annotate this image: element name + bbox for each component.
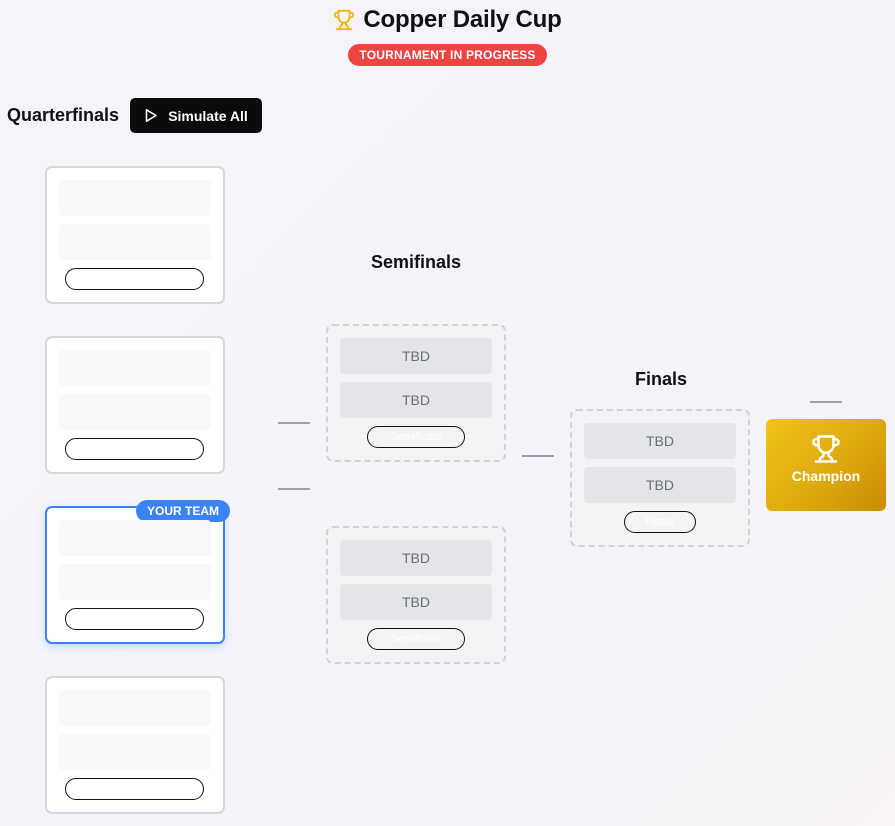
- bracket-connector: [522, 455, 554, 457]
- final-match: TBD TBD Finals: [570, 409, 750, 547]
- champion-label: Champion: [791, 468, 861, 484]
- team-slot: [59, 180, 211, 216]
- team-slot: [59, 394, 211, 430]
- match-stage-pill[interactable]: Semifinals: [367, 426, 465, 448]
- simulate-all-label: Simulate All: [168, 107, 248, 124]
- team-slot: [59, 734, 211, 770]
- match-stage-pill[interactable]: Semifinals: [367, 628, 465, 650]
- match-stage-pill[interactable]: Tournament Start: [65, 268, 204, 290]
- semifinal-match-1: TBD TBD Semifinals: [326, 324, 506, 462]
- status-badge: TOURNAMENT IN PROGRESS: [348, 44, 547, 66]
- team-slot: [59, 690, 211, 726]
- team-slot-tbd: TBD: [584, 467, 736, 503]
- team-slot: [59, 350, 211, 386]
- champion-card: Champion: [766, 419, 886, 511]
- semifinals-title: Semifinals: [371, 252, 462, 272]
- team-slot: [59, 224, 211, 260]
- team-slot-tbd: TBD: [340, 338, 492, 374]
- quarterfinal-match-2: Tournament Start: [45, 336, 225, 474]
- match-stage-pill[interactable]: Tournament Start: [65, 608, 204, 630]
- quarterfinal-match-3: YOUR TEAM Tournament Start: [45, 500, 230, 644]
- play-icon: [145, 109, 157, 122]
- team-slot-tbd: TBD: [340, 540, 492, 576]
- trophy-icon: [812, 435, 840, 463]
- bracket-connector: [278, 488, 310, 490]
- match-stage-pill[interactable]: Tournament Start: [65, 778, 204, 800]
- simulate-all-button[interactable]: Simulate All: [130, 98, 262, 133]
- page-title: Copper Daily Cup: [363, 6, 562, 33]
- your-team-badge: YOUR TEAM: [136, 500, 230, 522]
- match-stage-pill[interactable]: Finals: [624, 511, 696, 533]
- quarterfinal-match-1: Tournament Start: [45, 166, 225, 304]
- title-row: Copper Daily Cup: [0, 6, 895, 34]
- team-slot-tbd: TBD: [340, 382, 492, 418]
- team-slot-tbd: TBD: [340, 584, 492, 620]
- finals-title: Finals: [635, 369, 688, 389]
- match-stage-pill[interactable]: Tournament Start: [65, 438, 204, 460]
- team-slot: [59, 564, 211, 600]
- team-slot: [59, 520, 211, 556]
- bracket-connector: [810, 401, 842, 403]
- team-slot-tbd: TBD: [584, 423, 736, 459]
- trophy-icon: [334, 9, 355, 31]
- semifinal-match-2: TBD TBD Semifinals: [326, 526, 506, 664]
- bracket-connector: [278, 422, 310, 424]
- tournament-header: Copper Daily Cup TOURNAMENT IN PROGRESS: [0, 6, 895, 66]
- quarterfinal-match-4: Tournament Start: [45, 676, 225, 814]
- quarterfinals-title: Quarterfinals: [7, 105, 120, 125]
